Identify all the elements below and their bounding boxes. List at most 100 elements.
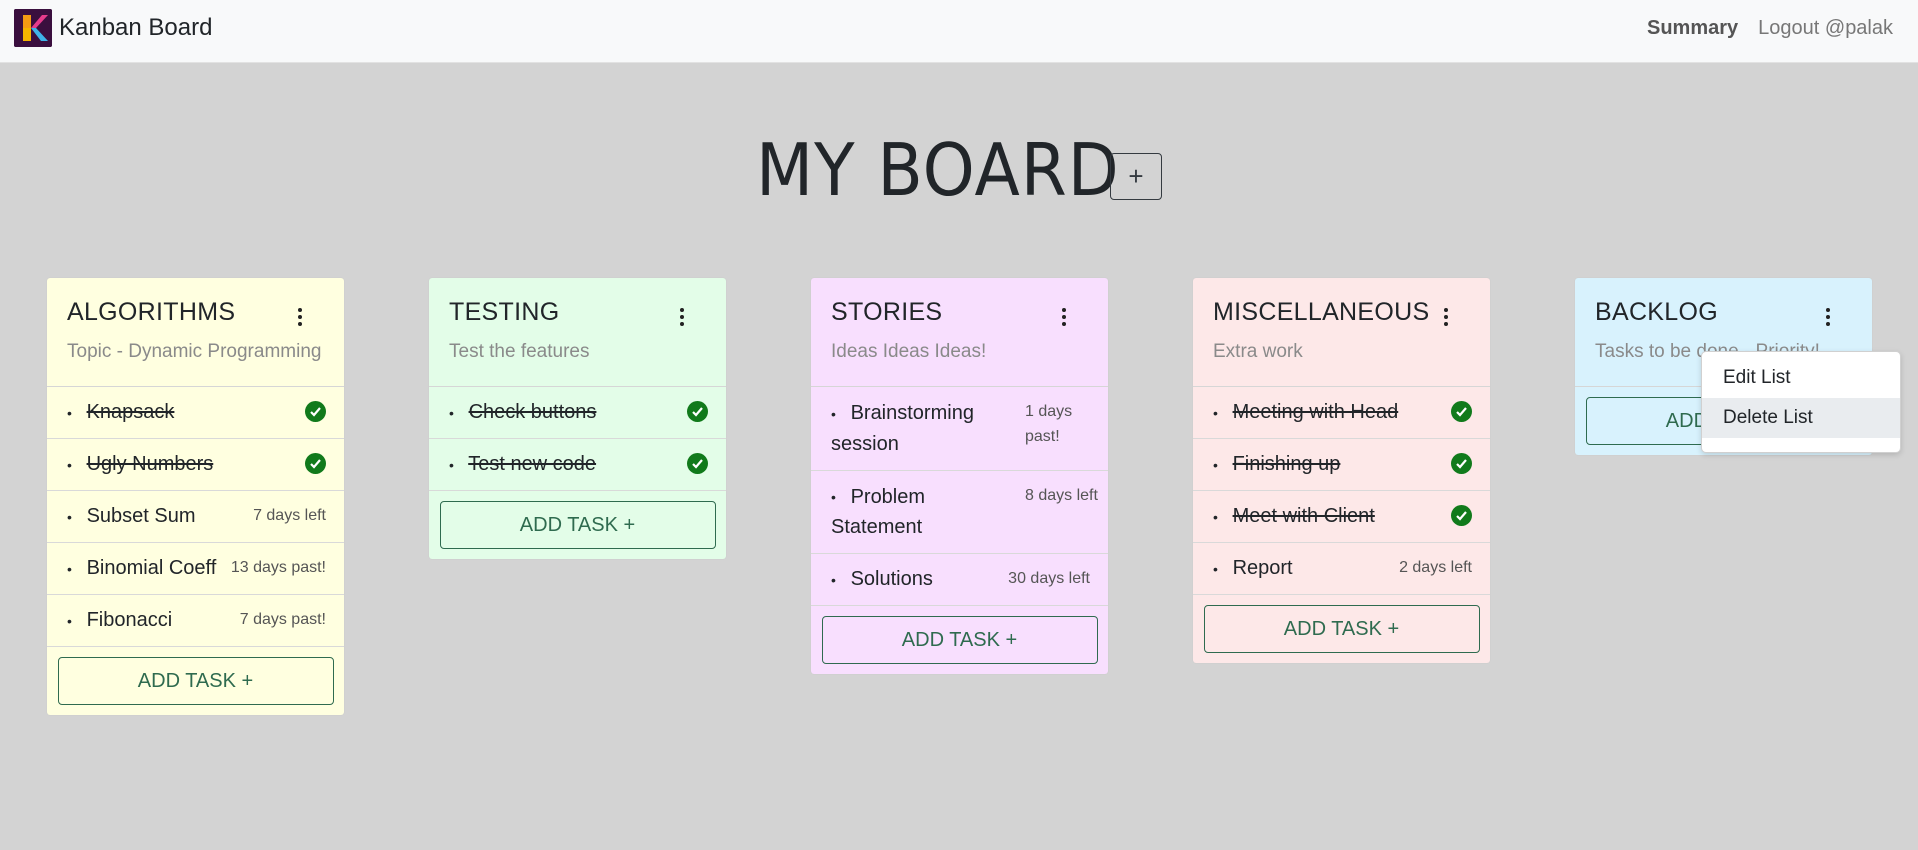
- task-name: • Knapsack: [67, 401, 324, 424]
- task-item[interactable]: • Test new code: [429, 439, 726, 491]
- add-task-button[interactable]: ADD TASK +: [57, 657, 334, 705]
- list-header: MISCELLANEOUS Extra work: [1193, 278, 1490, 387]
- task-item[interactable]: • Ugly Numbers: [47, 439, 344, 491]
- list-algorithms: ALGORITHMS Topic - Dynamic Programming • K…: [47, 278, 344, 715]
- list-options-menu: Edit List Delete List: [1701, 351, 1901, 453]
- task-name: • Meeting with Head: [1213, 401, 1470, 424]
- task-item[interactable]: • Problem Statement 8 days left: [811, 471, 1108, 555]
- check-circle-icon: [305, 401, 326, 422]
- bullet-icon: •: [67, 456, 72, 473]
- add-task-button[interactable]: ADD TASK +: [439, 501, 716, 549]
- add-task-button[interactable]: ADD TASK +: [821, 616, 1098, 665]
- more-options-icon[interactable]: [296, 308, 304, 328]
- task-label: Binomial Coeff: [86, 557, 217, 579]
- list-title: TESTING: [449, 298, 560, 326]
- list-title: MISCELLANEOUS: [1213, 298, 1430, 326]
- nav-summary-link[interactable]: Summary: [1647, 17, 1738, 40]
- task-item[interactable]: • Fibonacci 7 days past!: [47, 595, 344, 647]
- due-date-label: 13 days past!: [230, 559, 326, 576]
- list-subtitle: Ideas Ideas Ideas!: [831, 341, 987, 362]
- task-item[interactable]: • Report 2 days left: [1193, 543, 1490, 595]
- task-label: Ugly Numbers: [86, 453, 214, 475]
- bullet-icon: •: [67, 612, 72, 629]
- task-label: Solutions: [850, 568, 933, 591]
- task-label: Test new code: [468, 453, 597, 475]
- due-date-label: 7 days left: [253, 507, 326, 524]
- check-circle-icon: [1451, 505, 1472, 526]
- page-title: MY BOARD: [756, 128, 1120, 212]
- task-name: • Meet with Client: [1213, 505, 1470, 528]
- list-header: ALGORITHMS Topic - Dynamic Programming: [47, 278, 344, 387]
- due-date-label: 7 days past!: [239, 611, 326, 628]
- task-label: Knapsack: [86, 401, 175, 423]
- task-name: • Problem Statement: [831, 482, 1006, 543]
- add-list-button[interactable]: +: [1110, 153, 1162, 200]
- task-item[interactable]: • Subset Sum 7 days left: [47, 491, 344, 543]
- bullet-icon: •: [1213, 456, 1218, 473]
- bullet-icon: •: [1213, 560, 1218, 577]
- delete-list-menu-item[interactable]: Delete List: [1702, 398, 1900, 438]
- more-options-icon[interactable]: [1442, 308, 1450, 328]
- list-subtitle: Test the features: [449, 341, 590, 362]
- list-header: STORIES Ideas Ideas Ideas!: [811, 278, 1108, 387]
- bullet-icon: •: [1213, 508, 1218, 525]
- check-circle-icon: [687, 401, 708, 422]
- bullet-icon: •: [67, 560, 72, 577]
- check-circle-icon: [1451, 453, 1472, 474]
- bullet-icon: •: [67, 508, 72, 525]
- task-label: Brainstorming session: [831, 402, 974, 455]
- task-item[interactable]: • Meeting with Head: [1193, 387, 1490, 439]
- list-title: BACKLOG: [1595, 298, 1718, 326]
- task-label: Meeting with Head: [1232, 401, 1399, 423]
- list-header: TESTING Test the features: [429, 278, 726, 387]
- list-testing: TESTING Test the features • Check buttons •…: [429, 278, 726, 559]
- task-label: Finishing up: [1232, 453, 1341, 475]
- bullet-icon: •: [831, 489, 836, 506]
- task-label: Problem Statement: [831, 485, 926, 539]
- task-item[interactable]: • Binomial Coeff 13 days past!: [47, 543, 344, 595]
- task-label: Meet with Client: [1232, 505, 1375, 527]
- app-title: Kanban Board: [59, 14, 213, 41]
- due-date-label: 1 days past!: [1025, 403, 1073, 445]
- check-circle-icon: [1451, 401, 1472, 422]
- task-item[interactable]: • Brainstorming session 1 days past!: [811, 387, 1108, 471]
- more-options-icon[interactable]: [678, 308, 686, 328]
- task-item[interactable]: • Check buttons: [429, 387, 726, 439]
- check-circle-icon: [687, 453, 708, 474]
- list-title: STORIES: [831, 298, 943, 326]
- task-label: Check buttons: [468, 401, 597, 423]
- due-date-label: 30 days left: [1008, 570, 1090, 588]
- task-name: • Test new code: [449, 453, 706, 476]
- check-circle-icon: [305, 453, 326, 474]
- bullet-icon: •: [831, 572, 836, 589]
- task-item[interactable]: • Solutions 30 days left: [811, 554, 1108, 607]
- top-navbar: Kanban Board Summary Logout @palak: [0, 0, 1918, 63]
- task-name: • Ugly Numbers: [67, 453, 324, 476]
- due-date-label: 2 days left: [1399, 559, 1472, 576]
- nav-logout-link[interactable]: Logout @palak: [1758, 17, 1893, 40]
- more-options-icon[interactable]: [1824, 308, 1832, 328]
- list-stories: STORIES Ideas Ideas Ideas! • Brainstorming…: [811, 278, 1108, 675]
- list-miscellaneous: MISCELLANEOUS Extra work • Meeting with He…: [1193, 278, 1490, 663]
- list-subtitle: Topic - Dynamic Programming: [67, 341, 322, 362]
- task-label: Report: [1232, 557, 1293, 579]
- task-name: • Brainstorming session: [831, 398, 1006, 459]
- task-name: • Check buttons: [449, 401, 706, 424]
- edit-list-menu-item[interactable]: Edit List: [1702, 358, 1900, 398]
- task-name: • Finishing up: [1213, 453, 1470, 476]
- list-title: ALGORITHMS: [67, 298, 236, 326]
- task-item[interactable]: • Meet with Client: [1193, 491, 1490, 543]
- add-task-button[interactable]: ADD TASK +: [1203, 605, 1480, 653]
- due-date-label: 8 days left: [1025, 486, 1098, 504]
- list-subtitle: Extra work: [1213, 341, 1303, 362]
- bullet-icon: •: [831, 405, 836, 422]
- bullet-icon: •: [449, 456, 454, 473]
- kanban-logo-icon: [14, 9, 52, 47]
- bullet-icon: •: [67, 404, 72, 421]
- task-label: Subset Sum: [86, 505, 196, 527]
- more-options-icon[interactable]: [1060, 308, 1068, 328]
- task-item[interactable]: • Finishing up: [1193, 439, 1490, 491]
- task-item[interactable]: • Knapsack: [47, 387, 344, 439]
- brand[interactable]: Kanban Board: [14, 9, 212, 47]
- task-label: Fibonacci: [86, 609, 173, 631]
